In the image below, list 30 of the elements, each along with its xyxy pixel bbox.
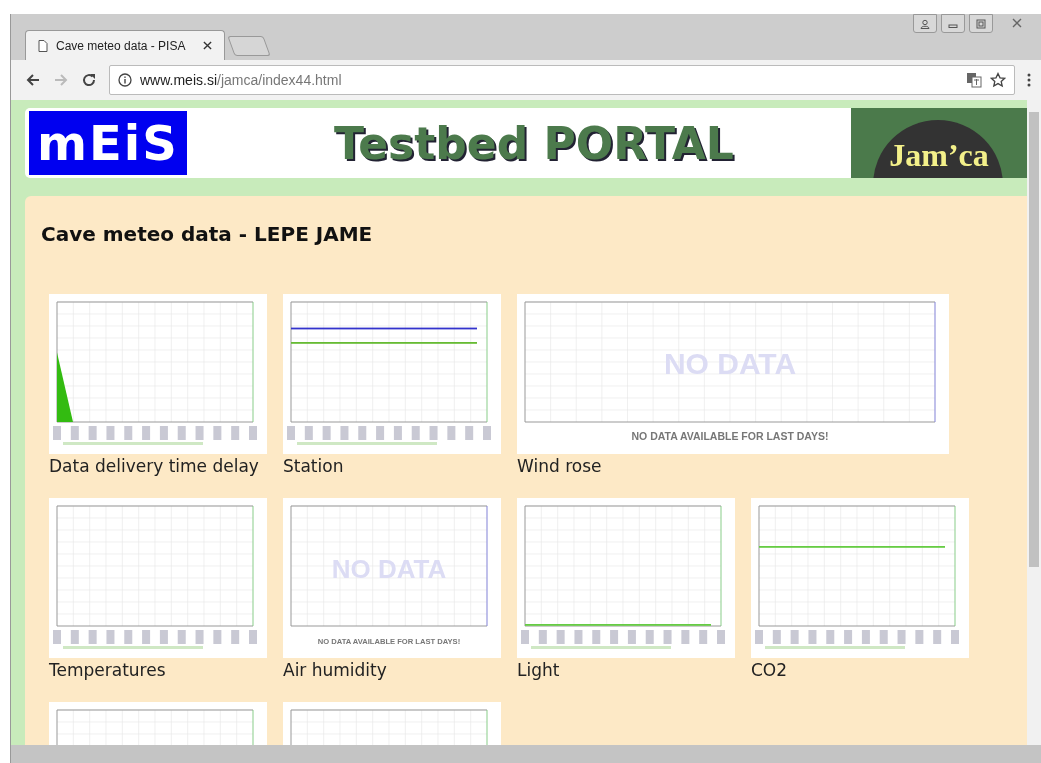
no-data-message: NO DATA AVAILABLE FOR LAST DAYS! [631, 430, 829, 442]
close-icon[interactable] [203, 41, 212, 50]
menu-icon[interactable] [1027, 72, 1031, 88]
logo[interactable]: mEiS [29, 111, 187, 175]
browser-tab[interactable]: Cave meteo data - PISA [25, 30, 225, 60]
info-icon[interactable] [118, 73, 132, 87]
badge-logo[interactable]: Jam’ca [851, 108, 1027, 178]
chart-caption: CO2 [751, 660, 789, 680]
maximize-icon [976, 18, 986, 29]
chart-caption: Wind rose [517, 456, 603, 476]
star-icon[interactable] [990, 72, 1006, 88]
chart-caption: Air humidity [283, 660, 388, 680]
translate-icon[interactable] [966, 72, 982, 88]
vertical-scrollbar[interactable] [1027, 100, 1041, 745]
back-icon[interactable] [25, 72, 41, 88]
close-icon [1012, 17, 1022, 28]
horizontal-scrollbar[interactable] [11, 745, 1041, 763]
minimize-button[interactable] [941, 14, 965, 33]
portal-title: Testbed PORTAL [334, 117, 734, 169]
address-text: www.meis.si/jamca/index44.html [140, 72, 342, 88]
page-icon [38, 39, 48, 52]
reload-icon[interactable] [81, 72, 97, 88]
address-bar[interactable]: www.meis.si/jamca/index44.html [109, 65, 1015, 95]
chart-caption: Data delivery time delay [49, 456, 260, 476]
user-icon [920, 18, 930, 29]
chart-caption: Temperatures [49, 660, 167, 680]
profile-button[interactable] [913, 14, 937, 33]
chart-caption: Station [283, 456, 345, 476]
page-heading: Cave meteo data - LEPE JAME [41, 222, 374, 246]
chart-caption: Light [517, 660, 561, 680]
